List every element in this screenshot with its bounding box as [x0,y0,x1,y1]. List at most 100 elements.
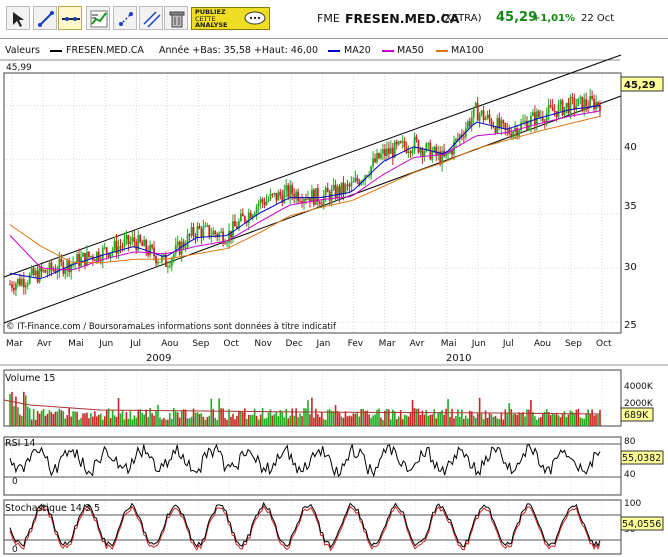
candle-body [478,114,481,121]
volume-bar [121,410,124,426]
volume-bar [151,413,153,426]
volume-bar [11,391,13,426]
volume-bar [567,414,570,426]
top-value-label: 45,99 [6,63,32,73]
volume-bar [48,410,51,426]
candle-body [78,253,80,267]
ytick-25: 25 [624,320,637,331]
candle-body [259,199,262,204]
volume-bar [60,410,63,426]
chart-canvas[interactable]: 45,99 30 35 40 25 45,29 © IT-Finance.com… [0,0,668,557]
volume-bar [101,419,104,426]
candle-body [206,225,209,227]
volume-bar [74,411,76,426]
candle-body [413,136,416,151]
candle-body [535,111,538,125]
volume-bar [516,414,518,426]
volume-bar [23,391,25,426]
candle-body [518,130,520,136]
volume-bar [344,411,347,426]
candle-body [190,227,193,236]
price-tag-label: 45,29 [624,80,656,91]
volume-bar [405,415,408,426]
candle-body [16,278,19,284]
volume-title: Volume 15 [5,373,55,384]
volume-bar [553,414,556,426]
candle-body [320,204,323,206]
volume-bar [597,414,599,426]
volume-bar [443,414,445,426]
volume-bar [216,419,218,426]
volume-bar [232,413,234,426]
volume-bar [117,398,120,426]
volume-bar [496,418,499,426]
volume-bar [520,413,522,426]
volume-bar [194,412,197,426]
candle-body [376,153,378,163]
volume-bar [320,412,323,426]
volume-bar [591,409,593,426]
volume-bar [202,416,205,426]
candle-body [123,239,126,247]
volume-bar [267,412,270,426]
candle-body [589,96,592,108]
candle-body [455,138,457,142]
volume-bar [307,400,309,426]
volume-bar [129,410,132,426]
volume-bar [427,415,430,426]
candle-body [143,239,146,247]
volume-bar [107,408,110,426]
volume-bar [583,418,586,426]
volume-bar [52,414,55,426]
month-label: Aou [534,339,551,349]
month-label: Dec [285,339,302,349]
volume-bar [70,416,72,426]
volume-bar [165,419,167,426]
volume-bar [208,415,211,426]
candle-body [194,235,197,238]
volume-bar [131,419,134,426]
volume-bar [236,415,238,426]
candle-body [277,192,280,201]
volume-bar [109,418,112,426]
volume-bar [569,410,572,426]
candle-body [176,241,179,245]
volume-bar [38,413,41,426]
volume-bar [386,408,388,426]
volume-bar [273,414,276,426]
volume-bar [557,415,560,426]
candle-body [133,237,136,242]
candle-body [204,225,207,227]
candle-body [559,100,562,105]
candle-body [125,235,128,240]
month-label: Mai [68,339,84,349]
month-label: Mar [379,339,396,349]
stoch-tick-0: 0 [12,545,18,555]
candle-body [267,199,270,201]
volume-bar [482,419,485,426]
candle-body [407,151,410,153]
candle-body [82,253,84,257]
volume-bar [488,412,491,426]
candle-body [512,131,515,138]
volume-bar [24,395,27,426]
candle-body [34,270,37,276]
volume-bar [577,408,580,426]
volume-bar [559,417,562,426]
candle-body [581,96,584,112]
candle-body [196,226,199,238]
volume-bar [147,417,149,426]
volume-bar [378,408,380,426]
candle-body [241,213,244,217]
candle-body [44,269,47,273]
volume-bar [478,397,481,426]
month-label: Jul [502,339,514,349]
volume-bar [506,413,509,426]
volume-bar [415,408,418,426]
volume-bar [437,412,439,426]
candle-body [18,278,21,286]
candle-body [42,269,45,272]
volume-bar [589,413,591,426]
month-axis: Mar Avr Mai Jun Jul Aou Sep Oct Nov Dec Jan Fev Mar A… [6,339,612,349]
volume-bar [472,415,475,426]
